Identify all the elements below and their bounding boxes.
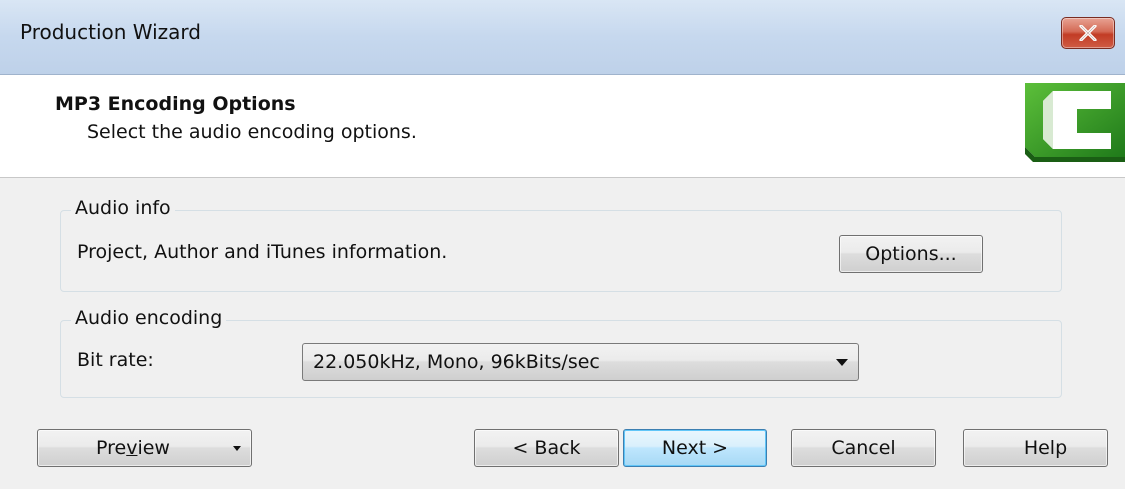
page-subtitle: Select the audio encoding options.: [87, 121, 417, 143]
preview-label: Preview: [96, 437, 170, 459]
wizard-header: MP3 Encoding Options Select the audio en…: [0, 75, 1125, 178]
help-button[interactable]: Help: [963, 429, 1108, 467]
cancel-button[interactable]: Cancel: [791, 429, 936, 467]
title-bar[interactable]: Production Wizard: [0, 0, 1125, 75]
close-icon: [1079, 25, 1097, 41]
back-button[interactable]: < Back: [474, 429, 619, 467]
next-button[interactable]: Next >: [623, 429, 767, 467]
close-button[interactable]: [1061, 17, 1115, 49]
audio-info-description: Project, Author and iTunes information.: [77, 241, 448, 263]
page-title: MP3 Encoding Options: [55, 93, 296, 115]
camtasia-logo: [1025, 83, 1125, 162]
bitrate-value: 22.050kHz, Mono, 96kBits/sec: [313, 351, 600, 373]
bitrate-label: Bit rate:: [77, 349, 154, 371]
preview-button[interactable]: Preview: [37, 429, 252, 467]
production-wizard-window: Production Wizard MP3 Encoding Options S…: [0, 0, 1125, 489]
chevron-down-icon: [836, 359, 848, 366]
window-title: Production Wizard: [20, 20, 201, 44]
options-button[interactable]: Options...: [839, 235, 983, 273]
chevron-down-icon: [233, 446, 241, 451]
bitrate-dropdown[interactable]: 22.050kHz, Mono, 96kBits/sec: [302, 343, 859, 381]
audio-encoding-legend: Audio encoding: [71, 307, 227, 329]
audio-info-legend: Audio info: [71, 197, 175, 219]
